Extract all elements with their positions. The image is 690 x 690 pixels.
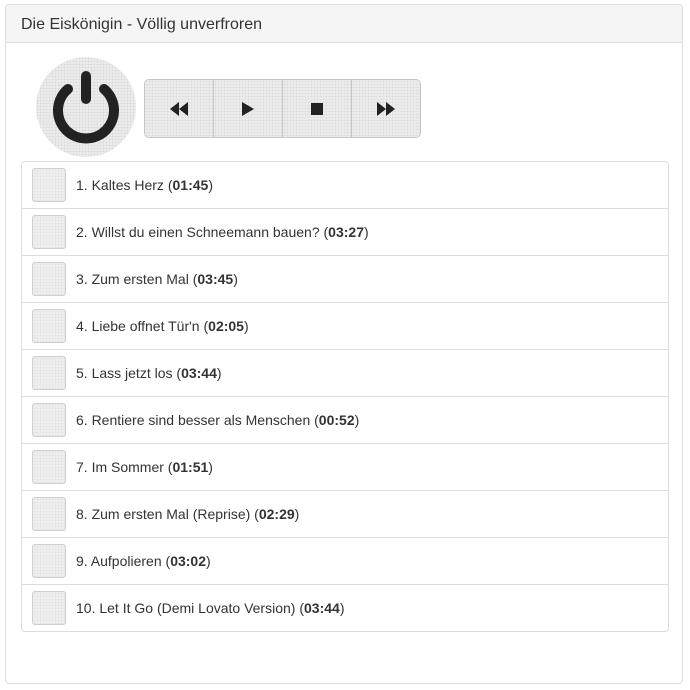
fast-forward-button[interactable] [352, 80, 420, 137]
track-thumbnail [32, 356, 66, 390]
stop-icon [311, 102, 323, 115]
album-title: Die Eiskönigin - Völlig unverfroren [6, 5, 682, 43]
track-label: 9. Aufpolieren (03:02) [76, 553, 211, 569]
rewind-icon [170, 101, 188, 116]
play-button[interactable] [214, 80, 283, 137]
track-row[interactable]: 4. Liebe offnet Tür'n (02:05) [22, 303, 668, 350]
track-thumbnail [32, 403, 66, 437]
track-label: 3. Zum ersten Mal (03:45) [76, 271, 238, 287]
track-thumbnail [32, 262, 66, 296]
track-label: 6. Rentiere sind besser als Menschen (00… [76, 412, 360, 428]
track-label: 10. Let It Go (Demi Lovato Version) (03:… [76, 600, 345, 616]
track-thumbnail [32, 215, 66, 249]
track-label: 7. Im Sommer (01:51) [76, 459, 213, 475]
track-row[interactable]: 8. Zum ersten Mal (Reprise) (02:29) [22, 491, 668, 538]
track-thumbnail [32, 591, 66, 625]
track-row[interactable]: 7. Im Sommer (01:51) [22, 444, 668, 491]
track-row[interactable]: 5. Lass jetzt los (03:44) [22, 350, 668, 397]
track-thumbnail [32, 544, 66, 578]
power-icon [53, 71, 119, 144]
track-label: 2. Willst du einen Schneemann bauen? (03… [76, 224, 369, 240]
power-button[interactable] [36, 57, 136, 157]
track-row[interactable]: 10. Let It Go (Demi Lovato Version) (03:… [22, 585, 668, 631]
track-row[interactable]: 2. Willst du einen Schneemann bauen? (03… [22, 209, 668, 256]
track-row[interactable]: 9. Aufpolieren (03:02) [22, 538, 668, 585]
playback-controls [144, 79, 421, 138]
track-row[interactable]: 3. Zum ersten Mal (03:45) [22, 256, 668, 303]
track-row[interactable]: 6. Rentiere sind besser als Menschen (00… [22, 397, 668, 444]
track-thumbnail [32, 450, 66, 484]
track-label: 5. Lass jetzt los (03:44) [76, 365, 222, 381]
track-list: 1. Kaltes Herz (01:45) 2. Willst du eine… [21, 161, 669, 632]
fast-forward-icon [377, 101, 395, 116]
rewind-button[interactable] [145, 80, 214, 137]
track-thumbnail [32, 497, 66, 531]
track-thumbnail [32, 168, 66, 202]
track-label: 8. Zum ersten Mal (Reprise) (02:29) [76, 506, 300, 522]
track-label: 1. Kaltes Herz (01:45) [76, 177, 213, 193]
track-label: 4. Liebe offnet Tür'n (02:05) [76, 318, 249, 334]
stop-button[interactable] [283, 80, 352, 137]
track-row[interactable]: 1. Kaltes Herz (01:45) [22, 162, 668, 209]
play-icon [242, 101, 254, 116]
player-panel: Die Eiskönigin - Völlig unverfroren 1. K… [5, 4, 683, 684]
track-thumbnail [32, 309, 66, 343]
